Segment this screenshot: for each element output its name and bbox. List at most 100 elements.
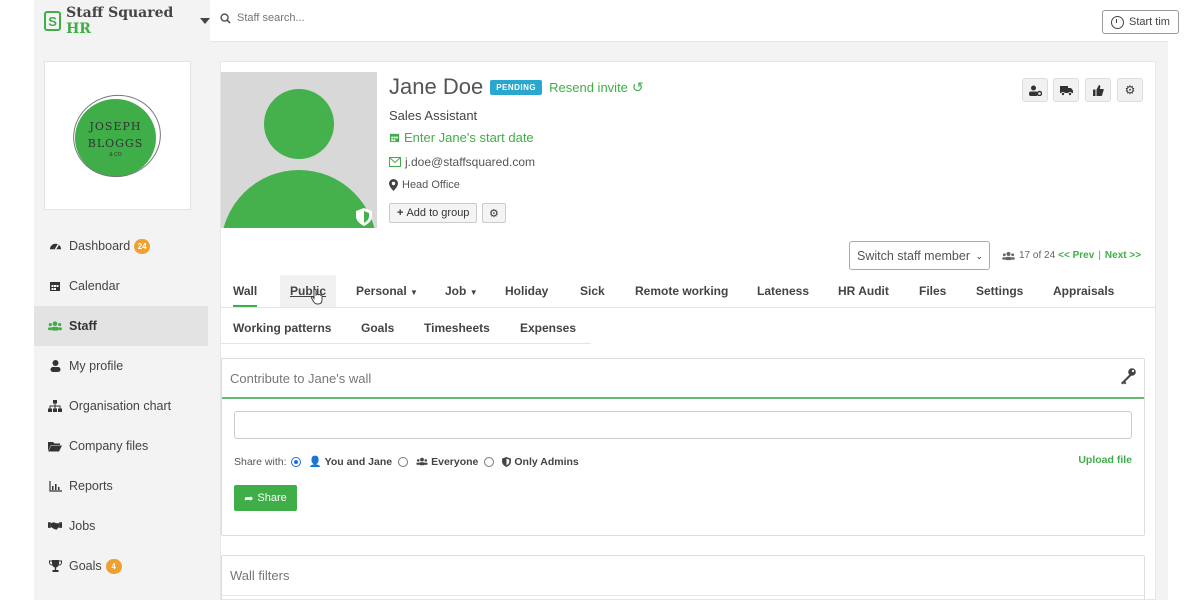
sidebar-item-my-profile[interactable]: My profile xyxy=(34,346,208,386)
contribute-wall-panel: Contribute to Jane's wall Share with: 👤 Y… xyxy=(221,358,1145,536)
thumbs-up-button[interactable] xyxy=(1085,78,1111,102)
search-input[interactable] xyxy=(237,12,537,24)
sidebar-item-organisation-chart[interactable]: Organisation chart xyxy=(34,386,208,426)
radio-only-admins[interactable] xyxy=(484,456,495,467)
wall-post-input[interactable] xyxy=(234,411,1132,439)
group-settings-button[interactable]: ⚙ xyxy=(482,203,506,223)
chevron-down-icon: ⌄ xyxy=(975,251,983,261)
tab-label: Personal xyxy=(356,284,407,298)
start-time-button[interactable]: Start tim xyxy=(1102,10,1179,34)
folder-icon xyxy=(48,439,62,453)
truck-button[interactable] xyxy=(1053,78,1079,102)
tab-remote-working[interactable]: Remote working xyxy=(635,284,728,298)
sidebar-item-label: Calendar xyxy=(69,279,120,293)
contribute-wall-header: Contribute to Jane's wall xyxy=(222,359,1144,399)
clock-icon xyxy=(1111,15,1124,29)
tab-sick[interactable]: Sick xyxy=(580,284,605,298)
staff-name: Jane Doe xyxy=(389,74,484,99)
pager-separator: | xyxy=(1098,250,1101,261)
caret-down-icon[interactable] xyxy=(200,18,210,24)
map-marker-icon xyxy=(389,179,398,191)
tab-working-patterns[interactable]: Working patterns xyxy=(233,321,331,335)
option-label: Only Admins xyxy=(514,455,579,468)
users-icon xyxy=(416,457,428,466)
user-settings-button[interactable] xyxy=(1022,78,1048,102)
sidebar-item-jobs[interactable]: Jobs xyxy=(34,506,208,546)
tab-wall[interactable]: Wall xyxy=(233,284,258,307)
gear-icon: ⚙ xyxy=(1124,83,1136,97)
user-icon xyxy=(48,359,62,373)
sidebar-item-dashboard[interactable]: Dashboard 24 xyxy=(34,226,208,266)
top-bar: S Staff Squared HR Start tim xyxy=(34,0,1179,42)
share-with-label: Share with: xyxy=(234,455,287,468)
staff-search xyxy=(220,12,537,24)
tab-files[interactable]: Files xyxy=(919,284,946,298)
brand-menu[interactable]: S Staff Squared HR xyxy=(34,0,210,42)
calendar-icon xyxy=(389,132,400,143)
tab-personal[interactable]: Personal ▼ xyxy=(356,284,418,298)
upload-file-link[interactable]: Upload file xyxy=(1078,454,1132,466)
sidebar-item-label: Staff xyxy=(69,319,97,333)
tab-appraisals[interactable]: Appraisals xyxy=(1053,284,1114,298)
staff-profile-card: Jane Doe PENDING Resend invite ↺ Sales A… xyxy=(220,61,1156,600)
hand-cursor-icon xyxy=(311,289,323,305)
sidebar-item-label: Company files xyxy=(69,439,149,453)
switch-staff-member-select[interactable]: Switch staff member ⌄ xyxy=(849,241,990,270)
location-label: Head Office xyxy=(402,179,460,191)
tab-job[interactable]: Job ▼ xyxy=(445,284,478,298)
search-icon xyxy=(220,12,231,24)
prev-staff-link[interactable]: << Prev xyxy=(1058,250,1094,261)
option-only-admins[interactable]: Only Admins xyxy=(502,455,579,468)
settings-button[interactable]: ⚙ xyxy=(1117,78,1143,102)
users-icon xyxy=(1002,251,1015,260)
count-badge: 4 xyxy=(105,558,122,574)
staff-position: 17 of 24 xyxy=(1019,250,1056,261)
sidebar-item-company-files[interactable]: Company files xyxy=(34,426,208,466)
share-button[interactable]: ➦ Share xyxy=(234,485,297,511)
shield-icon xyxy=(502,456,512,467)
switch-staff-label: Switch staff member xyxy=(857,248,971,263)
start-time-label: Start tim xyxy=(1129,16,1170,28)
sidebar-item-reports[interactable]: Reports xyxy=(34,466,208,506)
sidebar-item-label: Goals xyxy=(69,559,102,573)
job-title: Sales Assistant xyxy=(389,108,478,123)
undo-icon: ↺ xyxy=(631,78,644,95)
option-everyone[interactable]: Everyone xyxy=(416,456,478,468)
email-link[interactable]: j.doe@staffsquared.com xyxy=(389,155,535,169)
sidebar-item-label: My profile xyxy=(69,359,124,373)
thumbs-up-icon xyxy=(1092,84,1104,96)
tabs-divider xyxy=(221,307,1155,308)
tabs-divider-row2 xyxy=(221,343,591,344)
location: Head Office xyxy=(389,179,460,191)
add-to-group-label: Add to group xyxy=(406,207,470,219)
add-to-group-button[interactable]: + Add to group xyxy=(389,203,478,223)
tab-timesheets[interactable]: Timesheets xyxy=(424,321,490,335)
wall-filters-header[interactable]: Wall filters xyxy=(222,556,1144,596)
key-icon[interactable] xyxy=(1119,367,1137,385)
user-icon: 👤 xyxy=(308,456,322,468)
radio-you-and-jane[interactable] xyxy=(290,456,301,467)
brand-logo-icon: S xyxy=(44,11,62,31)
sidebar-item-staff[interactable]: Staff xyxy=(34,306,208,346)
sidebar-item-calendar[interactable]: Calendar xyxy=(34,266,208,306)
profile-header: Jane Doe PENDING Resend invite ↺ xyxy=(389,74,644,100)
enter-start-date-link[interactable]: Enter Jane's start date xyxy=(389,130,534,145)
sidebar-item-goals[interactable]: Goals 4 xyxy=(34,546,208,586)
tab-settings[interactable]: Settings xyxy=(976,284,1023,298)
resend-invite-link[interactable]: Resend invite ↺ xyxy=(549,79,644,96)
tab-label: Job xyxy=(445,284,467,298)
option-you-and-jane[interactable]: 👤 You and Jane xyxy=(308,455,393,469)
logo-ring xyxy=(65,86,169,186)
profile-photo[interactable] xyxy=(221,72,377,228)
radio-everyone[interactable] xyxy=(398,456,409,467)
option-label: Everyone xyxy=(431,455,479,468)
tab-holiday[interactable]: Holiday xyxy=(505,284,548,298)
tab-goals[interactable]: Goals xyxy=(361,321,394,335)
email-label: j.doe@staffsquared.com xyxy=(405,155,536,169)
next-staff-link[interactable]: Next >> xyxy=(1105,250,1141,261)
company-logo-card: JOSEPH BLOGGS & CO xyxy=(44,61,191,210)
tab-hr-audit[interactable]: HR Audit xyxy=(838,284,889,298)
start-date-label: Enter Jane's start date xyxy=(404,130,534,145)
tab-lateness[interactable]: Lateness xyxy=(757,284,809,298)
tab-expenses[interactable]: Expenses xyxy=(520,321,576,335)
